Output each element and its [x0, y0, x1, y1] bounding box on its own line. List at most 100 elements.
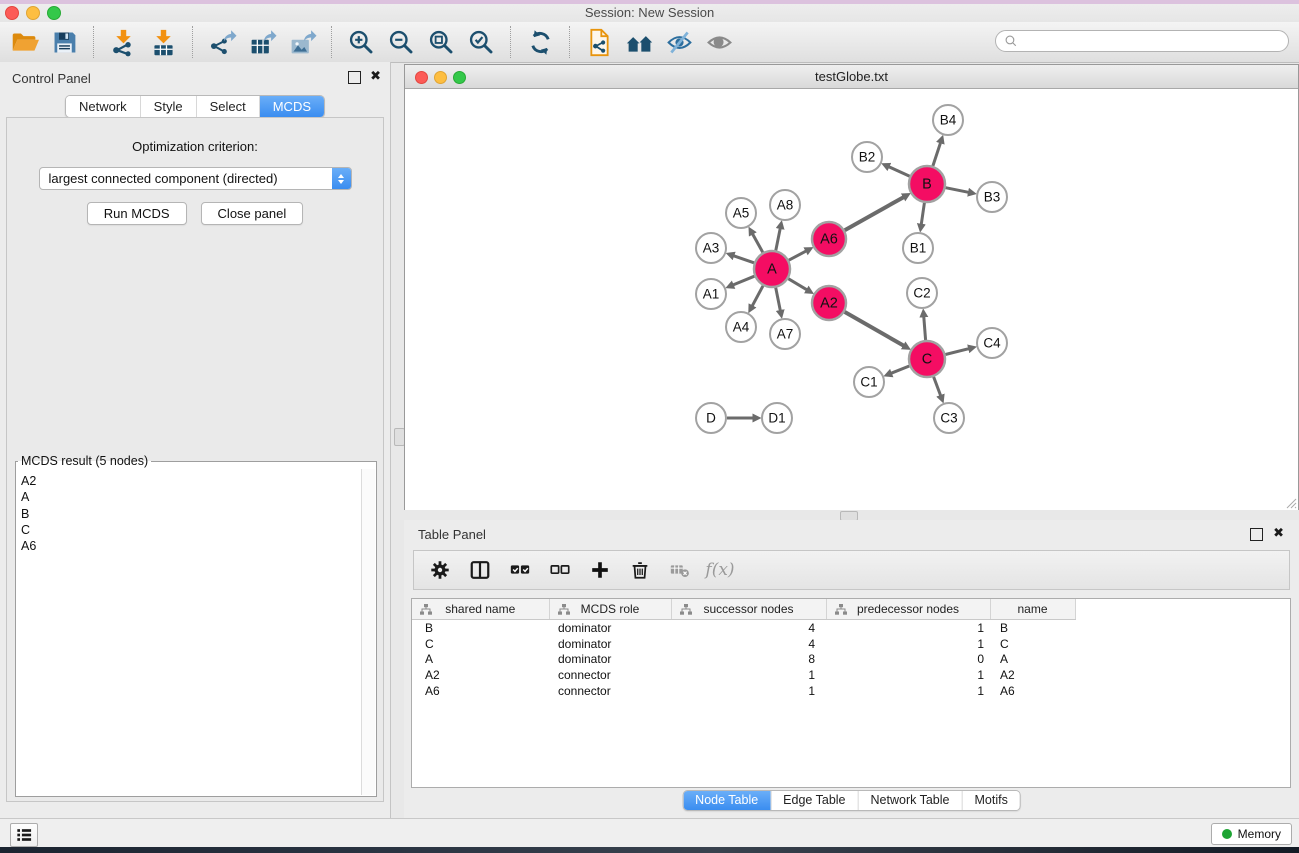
import-table-icon[interactable]: [143, 26, 183, 58]
table-cell[interactable]: A: [412, 651, 549, 667]
table-row[interactable]: A6connector11A6: [412, 683, 1290, 699]
table-cell[interactable]: A6: [412, 683, 549, 699]
edge-B-B4[interactable]: [933, 143, 941, 166]
table-cell[interactable]: 8: [671, 651, 826, 667]
table-tab-edge-table[interactable]: Edge Table: [770, 791, 857, 810]
table-cell[interactable]: 4: [671, 620, 826, 636]
edge-A-A1[interactable]: [733, 276, 754, 285]
zoom-fit-icon[interactable]: [421, 26, 461, 58]
edge-B-B2[interactable]: [889, 167, 910, 176]
table-cell[interactable]: dominator: [549, 636, 671, 652]
column-header-shared-name[interactable]: shared name: [412, 599, 549, 620]
edge-C-C3[interactable]: [934, 377, 941, 396]
save-session-icon[interactable]: [44, 26, 84, 58]
table-row[interactable]: Adominator80A: [412, 651, 1290, 667]
table-cell[interactable]: B: [412, 620, 549, 636]
edge-A-A7[interactable]: [776, 288, 781, 311]
tab-network[interactable]: Network: [66, 96, 140, 117]
table-float-icon[interactable]: [1250, 528, 1263, 541]
table-cell[interactable]: 1: [826, 620, 990, 636]
edge-C-C4[interactable]: [945, 349, 968, 355]
table-cell[interactable]: connector: [549, 667, 671, 683]
table-cell[interactable]: A2: [990, 667, 1075, 683]
table-cell[interactable]: 1: [826, 667, 990, 683]
edge-A2-C[interactable]: [845, 312, 904, 346]
task-history-button[interactable]: [10, 823, 38, 847]
network-window-titlebar[interactable]: testGlobe.txt: [405, 65, 1298, 89]
tab-style[interactable]: Style: [140, 96, 196, 117]
resize-grip-icon[interactable]: [1284, 496, 1297, 509]
edge-B-B1[interactable]: [921, 203, 924, 224]
edge-C-C2[interactable]: [924, 317, 926, 340]
mcds-result-item[interactable]: A: [21, 489, 359, 505]
function-builder-icon[interactable]: f(x): [708, 558, 732, 582]
edge-A-A6[interactable]: [789, 251, 806, 260]
table-cell[interactable]: 1: [671, 683, 826, 699]
edge-B-B3[interactable]: [946, 188, 969, 193]
table-tab-motifs[interactable]: Motifs: [961, 791, 1019, 810]
network-canvas[interactable]: B4B2BB3A8A5A6A3B1AA1C2A2A4A7C4CC1C3DD1: [405, 89, 1298, 510]
table-tab-network-table[interactable]: Network Table: [858, 791, 962, 810]
table-cell[interactable]: C: [990, 636, 1075, 652]
table-cell[interactable]: dominator: [549, 620, 671, 636]
deselect-all-icon[interactable]: [548, 558, 572, 582]
column-header-mcds-role[interactable]: MCDS role: [549, 599, 671, 620]
edge-A-A5[interactable]: [753, 234, 763, 252]
column-header-successor-nodes[interactable]: successor nodes: [671, 599, 826, 620]
mcds-result-item[interactable]: A2: [21, 473, 359, 489]
memory-button[interactable]: Memory: [1211, 823, 1292, 845]
close-panel-icon[interactable]: ✖: [370, 69, 381, 83]
edge-A-A2[interactable]: [788, 279, 806, 290]
open-file-icon[interactable]: [4, 26, 44, 58]
export-table-icon[interactable]: [242, 26, 282, 58]
table-row[interactable]: A2connector11A2: [412, 667, 1290, 683]
column-header-predecessor-nodes[interactable]: predecessor nodes: [826, 599, 990, 620]
hide-details-icon[interactable]: [659, 26, 699, 58]
table-tab-node-table[interactable]: Node Table: [683, 791, 770, 810]
close-panel-button[interactable]: Close panel: [201, 202, 304, 225]
table-cell[interactable]: dominator: [549, 651, 671, 667]
select-all-icon[interactable]: [508, 558, 532, 582]
float-panel-icon[interactable]: [348, 71, 361, 84]
table-cell[interactable]: B: [990, 620, 1075, 636]
table-cell[interactable]: 4: [671, 636, 826, 652]
home-icon[interactable]: [619, 26, 659, 58]
zoom-selected-icon[interactable]: [461, 26, 501, 58]
result-scrollbar[interactable]: [361, 469, 375, 795]
edge-A-A3[interactable]: [734, 256, 754, 263]
show-details-icon[interactable]: [699, 26, 739, 58]
table-cell[interactable]: 1: [671, 667, 826, 683]
search-input[interactable]: [1023, 33, 1280, 49]
zoom-in-icon[interactable]: [341, 26, 381, 58]
mcds-result-item[interactable]: B: [21, 506, 359, 522]
mcds-result-item[interactable]: C: [21, 522, 359, 538]
column-header-name[interactable]: name: [990, 599, 1075, 620]
table-close-icon[interactable]: ✖: [1273, 526, 1284, 540]
delete-table-icon[interactable]: [668, 558, 692, 582]
table-cell[interactable]: C: [412, 636, 549, 652]
tab-mcds[interactable]: MCDS: [259, 96, 324, 117]
table-cell[interactable]: 1: [826, 683, 990, 699]
zoom-out-icon[interactable]: [381, 26, 421, 58]
table-row[interactable]: Bdominator41B: [412, 620, 1290, 636]
edge-A-A4[interactable]: [752, 286, 763, 306]
criterion-select[interactable]: largest connected component (directed): [39, 167, 352, 190]
edge-C-C1[interactable]: [891, 366, 909, 373]
table-cell[interactable]: connector: [549, 683, 671, 699]
table-cell[interactable]: A2: [412, 667, 549, 683]
split-view-icon[interactable]: [468, 558, 492, 582]
export-network-icon[interactable]: [202, 26, 242, 58]
table-cell[interactable]: A: [990, 651, 1075, 667]
delete-column-icon[interactable]: [628, 558, 652, 582]
search-box[interactable]: [995, 30, 1289, 52]
edge-A-A8[interactable]: [776, 229, 780, 251]
table-cell[interactable]: 1: [826, 636, 990, 652]
refresh-icon[interactable]: [520, 26, 560, 58]
table-row[interactable]: Cdominator41C: [412, 636, 1290, 652]
mcds-result-item[interactable]: A6: [21, 538, 359, 554]
table-cell[interactable]: A6: [990, 683, 1075, 699]
add-column-icon[interactable]: [588, 558, 612, 582]
tab-select[interactable]: Select: [196, 96, 259, 117]
run-mcds-button[interactable]: Run MCDS: [87, 202, 187, 225]
import-network-icon[interactable]: [103, 26, 143, 58]
